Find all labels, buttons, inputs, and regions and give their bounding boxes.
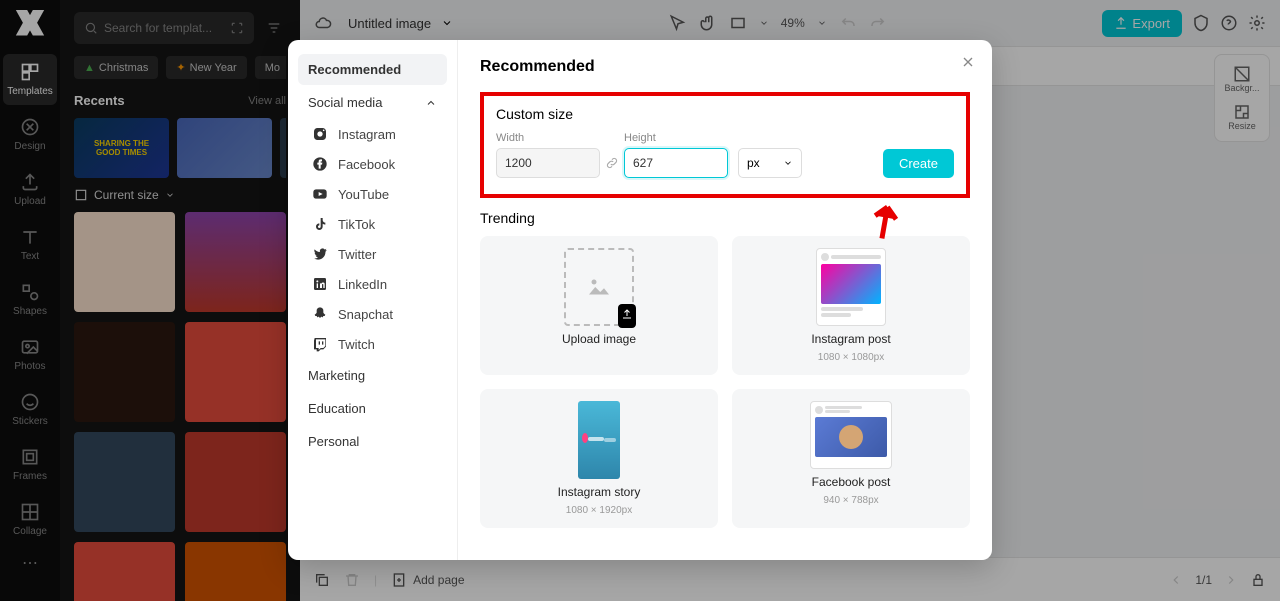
- create-button[interactable]: Create: [883, 149, 954, 178]
- size-modal: Recommended Social media Instagram Faceb…: [288, 40, 992, 560]
- custom-size-section: Custom size Width Height px Create: [480, 92, 970, 198]
- menu-marketing[interactable]: Marketing: [298, 360, 447, 391]
- modal-right: Recommended Custom size Width Height px …: [458, 40, 992, 560]
- height-label: Height: [624, 132, 728, 144]
- unit-select[interactable]: px: [738, 148, 802, 178]
- trend-facebook-post[interactable]: Facebook post 940 × 788px: [732, 389, 970, 528]
- modal-title: Recommended: [480, 58, 970, 76]
- lock-ratio-icon[interactable]: [602, 148, 622, 178]
- custom-size-title: Custom size: [496, 106, 954, 122]
- modal-left-menu: Recommended Social media Instagram Faceb…: [288, 40, 458, 560]
- trend-instagram-post[interactable]: Instagram post 1080 × 1080px: [732, 236, 970, 375]
- menu-education[interactable]: Education: [298, 393, 447, 424]
- menu-personal[interactable]: Personal: [298, 426, 447, 457]
- trend-upload-image[interactable]: Upload image: [480, 236, 718, 375]
- close-icon[interactable]: [960, 54, 976, 75]
- menu-twitch[interactable]: Twitch: [298, 330, 447, 358]
- menu-twitter[interactable]: Twitter: [298, 240, 447, 268]
- menu-snapchat[interactable]: Snapchat: [298, 300, 447, 328]
- width-label: Width: [496, 132, 600, 144]
- menu-instagram[interactable]: Instagram: [298, 120, 447, 148]
- menu-linkedin[interactable]: LinkedIn: [298, 270, 447, 298]
- menu-youtube[interactable]: YouTube: [298, 180, 447, 208]
- trend-instagram-story[interactable]: Instagram story 1080 × 1920px: [480, 389, 718, 528]
- menu-tiktok[interactable]: TikTok: [298, 210, 447, 238]
- chevron-down-icon: [783, 158, 793, 168]
- menu-social-media[interactable]: Social media: [298, 87, 447, 118]
- chevron-up-icon: [425, 97, 437, 109]
- menu-recommended[interactable]: Recommended: [298, 54, 447, 85]
- menu-facebook[interactable]: Facebook: [298, 150, 447, 178]
- image-icon: [584, 272, 614, 302]
- upload-icon: [621, 308, 633, 320]
- height-input[interactable]: [624, 148, 728, 178]
- width-input[interactable]: [496, 148, 600, 178]
